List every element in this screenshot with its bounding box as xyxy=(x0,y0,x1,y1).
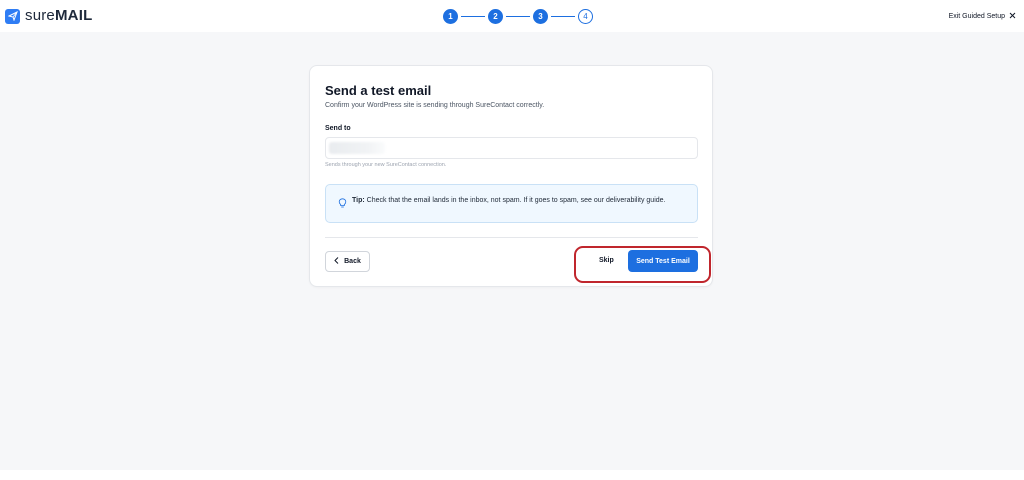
exit-guided-setup-button[interactable]: Exit Guided Setup xyxy=(949,10,1016,22)
divider xyxy=(325,237,698,238)
paper-plane-icon xyxy=(5,8,20,24)
brand-logo: sureMAIL xyxy=(5,7,92,25)
tip-label: Tip: xyxy=(352,197,365,204)
step-1: 1 xyxy=(443,8,458,24)
page-subtitle: Confirm your WordPress site is sending t… xyxy=(325,102,545,109)
skip-button[interactable]: Skip xyxy=(599,257,614,264)
tip-message: Check that the email lands in the inbox,… xyxy=(364,197,666,204)
step-4: 4 xyxy=(578,8,593,24)
back-button[interactable]: Back xyxy=(325,251,370,272)
footer-band xyxy=(0,470,1024,480)
tip-text: Tip: Check that the email lands in the i… xyxy=(352,195,692,206)
back-label: Back xyxy=(344,258,361,265)
step-2: 2 xyxy=(488,8,503,24)
exit-label: Exit Guided Setup xyxy=(948,12,1005,20)
chevron-left-icon xyxy=(334,257,339,266)
top-bar: sureMAIL 1 2 3 4 Exit Guided Setup xyxy=(0,0,1024,32)
redacted-email-value xyxy=(329,142,385,154)
test-email-card: Send a test email Confirm your WordPress… xyxy=(309,65,713,287)
step-connector xyxy=(506,15,530,17)
tip-box: Tip: Check that the email lands in the i… xyxy=(325,184,698,223)
step-3: 3 xyxy=(533,8,548,24)
brand-name: sureMAIL xyxy=(25,7,93,24)
send-to-label: Send to xyxy=(325,125,351,132)
close-icon xyxy=(1009,12,1016,21)
step-connector xyxy=(551,15,575,17)
step-connector xyxy=(461,15,485,17)
lightbulb-icon xyxy=(338,195,347,213)
send-to-helper-text: Sends through your new SureContact conne… xyxy=(325,162,447,168)
setup-stepper: 1 2 3 4 xyxy=(443,8,593,24)
page-title: Send a test email xyxy=(325,83,432,98)
send-test-email-button[interactable]: Send Test Email xyxy=(628,250,698,272)
